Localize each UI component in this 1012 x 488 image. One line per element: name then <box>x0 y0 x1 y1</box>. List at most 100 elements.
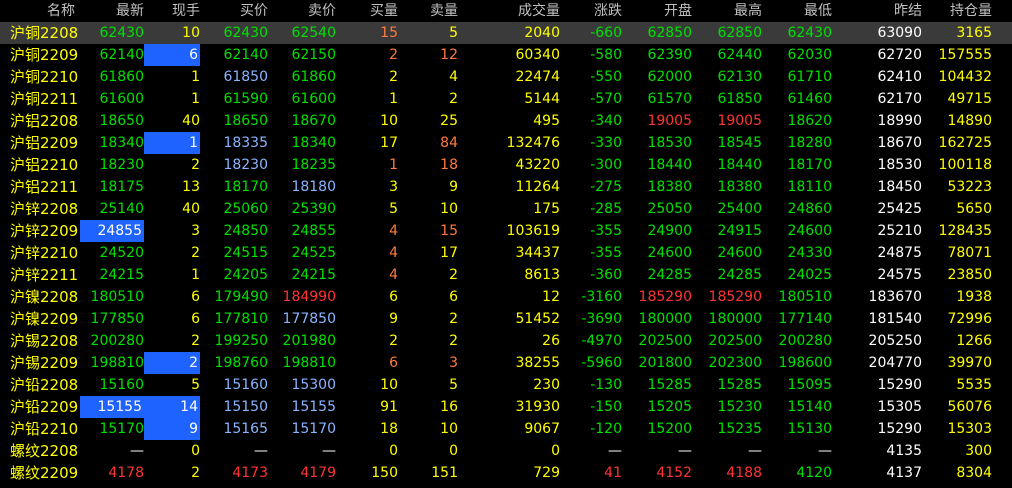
cell-vol: 230 <box>533 377 560 393</box>
contract-name: 沪锌2211 <box>10 266 79 284</box>
cell-ask: 201980 <box>282 333 336 349</box>
cell-last: 18175 <box>99 179 144 195</box>
quote-row[interactable]: 沪铜2211 61600 1 61590 61600 1 2 5144 -570 61570 618… <box>0 88 1012 110</box>
cell-vol: 103619 <box>506 223 560 239</box>
cell-askvol: 4 <box>449 69 458 85</box>
cell-hand: 40 <box>182 201 200 217</box>
quote-row[interactable]: 沪铜2208 62430 10 62430 62540 15 5 2040 -660 62850 6… <box>0 22 1012 44</box>
quote-row[interactable]: 沪锌2208 25140 40 25060 25390 5 10 175 -285 25050 25… <box>0 198 1012 220</box>
cell-change: -355 <box>590 223 622 239</box>
cell-oi: 72996 <box>947 311 992 327</box>
cell-change: -340 <box>590 113 622 129</box>
cell-askvol: 25 <box>440 113 458 129</box>
cell-ask: 184990 <box>282 289 336 305</box>
quote-row[interactable]: 螺纹2209 4178 2 4173 4179 150 151 729 41 4152 4188 41… <box>0 462 1012 484</box>
quote-row[interactable]: 螺纹2208 — 0 — — 0 0 0 — — — — 4135 300 <box>0 440 1012 462</box>
cell-bid: 18230 <box>223 157 268 173</box>
cell-ask: 24525 <box>291 245 336 261</box>
cell-open: 19005 <box>647 113 692 129</box>
cell-prev: 15290 <box>877 421 922 437</box>
quote-row[interactable]: 沪铝2211 18175 13 18170 18180 3 9 11264 -275 18380 1… <box>0 176 1012 198</box>
header-volume[interactable]: 成交量 <box>458 0 560 22</box>
cell-bid: 61850 <box>223 69 268 85</box>
header-high[interactable]: 最高 <box>692 0 762 22</box>
cell-change: -660 <box>590 25 622 41</box>
cell-prev: 205250 <box>868 333 922 349</box>
contract-name: 沪铝2211 <box>10 178 79 196</box>
quote-row[interactable]: 沪铝2209 18340 1 18335 18340 17 84 132476 -330 1853… <box>0 132 1012 154</box>
cell-last: 15170 <box>99 421 144 437</box>
quote-row[interactable]: 沪锌2210 24520 2 24515 24525 4 17 34437 -355 24600 2… <box>0 242 1012 264</box>
cell-oi: 14890 <box>947 113 992 129</box>
cell-low: 24330 <box>787 245 832 261</box>
cell-change: -570 <box>590 91 622 107</box>
header-prev-settle[interactable]: 昨结 <box>832 0 922 22</box>
cell-prev: 18670 <box>877 135 922 151</box>
header-change[interactable]: 涨跌 <box>560 0 622 22</box>
header-bid[interactable]: 买价 <box>200 0 268 22</box>
quote-row[interactable]: 沪锌2211 24215 1 24205 24215 4 2 8613 -360 24285 242… <box>0 264 1012 286</box>
cell-prev: 181540 <box>868 311 922 327</box>
cell-oi: 53223 <box>947 179 992 195</box>
quote-row[interactable]: 沪铅2209 15155 14 15150 15155 91 16 31930 -150 1520… <box>0 396 1012 418</box>
cell-low: 24860 <box>787 201 832 217</box>
cell-high: 62130 <box>717 69 762 85</box>
cell-ask: 62150 <box>291 47 336 63</box>
contract-name: 沪锡2209 <box>10 354 79 372</box>
cell-low: 15095 <box>787 377 832 393</box>
header-bidvol[interactable]: 买量 <box>336 0 398 22</box>
cell-bid: 18335 <box>223 135 268 151</box>
header-open[interactable]: 开盘 <box>622 0 692 22</box>
cell-low: 18110 <box>787 179 832 195</box>
quote-row[interactable]: 沪铅2208 15160 5 15160 15300 10 5 230 -130 15285 152… <box>0 374 1012 396</box>
cell-askvol: 2 <box>449 333 458 349</box>
cell-askvol: 151 <box>431 465 458 481</box>
cell-last: 180510 <box>90 289 144 305</box>
header-last[interactable]: 最新 <box>80 0 144 22</box>
cell-prev: 62720 <box>877 47 922 63</box>
cell-open: 25050 <box>647 201 692 217</box>
cell-oi: 78071 <box>947 245 992 261</box>
cell-vol: 12 <box>542 289 560 305</box>
cell-vol: 34437 <box>515 245 560 261</box>
cell-oi: 8304 <box>956 465 992 481</box>
quote-row[interactable]: 沪铝2208 18650 40 18650 18670 10 25 495 -340 19005 1… <box>0 110 1012 132</box>
cell-high: — <box>748 443 762 459</box>
quote-row[interactable]: 沪铅2210 15170 9 15165 15170 18 10 9067 -120 15200 1… <box>0 418 1012 440</box>
cell-high: 15230 <box>717 399 762 415</box>
cell-bid: 62430 <box>223 25 268 41</box>
cell-askvol: 9 <box>449 179 458 195</box>
quote-row[interactable]: 沪锡2209 198810 2 198760 198810 6 3 38255 -5960 201… <box>0 352 1012 374</box>
cell-low: 177140 <box>778 311 832 327</box>
cell-high: 61850 <box>717 91 762 107</box>
cell-last: 15155 <box>80 396 144 418</box>
cell-last: 177850 <box>90 311 144 327</box>
cell-bid: 24850 <box>223 223 268 239</box>
quote-row[interactable]: 沪镍2208 180510 6 179490 184990 6 6 12 -3160 185290… <box>0 286 1012 308</box>
cell-bidvol: 91 <box>380 399 398 415</box>
cell-hand: 2 <box>191 333 200 349</box>
cell-last: 18230 <box>99 157 144 173</box>
header-askvol[interactable]: 卖量 <box>398 0 458 22</box>
cell-prev: 25425 <box>877 201 922 217</box>
futures-quote-table: 名称 最新 现手 买价 卖价 买量 卖量 成交量 涨跌 开盘 最高 最低 昨结 … <box>0 0 1012 488</box>
cell-vol: 31930 <box>515 399 560 415</box>
cell-last: 62140 <box>99 47 144 63</box>
cell-bidvol: 4 <box>389 223 398 239</box>
quote-row[interactable]: 沪镍2209 177850 6 177810 177850 9 2 51452 -3690 180… <box>0 308 1012 330</box>
header-hand[interactable]: 现手 <box>144 0 200 22</box>
cell-hand: 9 <box>144 418 200 440</box>
cell-high: 62440 <box>717 47 762 63</box>
header-open-interest[interactable]: 持仓量 <box>922 0 992 22</box>
cell-ask: 61860 <box>291 69 336 85</box>
header-ask[interactable]: 卖价 <box>268 0 336 22</box>
quote-row[interactable]: 沪铜2209 62140 6 62140 62150 2 12 60340 -580 62390 6… <box>0 44 1012 66</box>
quote-row[interactable]: 沪铝2210 18230 2 18230 18235 1 18 43220 -300 18440 1… <box>0 154 1012 176</box>
quote-row[interactable]: 沪锡2208 200280 2 199250 201980 2 2 26 -4970 202500… <box>0 330 1012 352</box>
quote-row[interactable]: 沪锌2209 24855 3 24850 24855 4 15 103619 -355 24900… <box>0 220 1012 242</box>
header-low[interactable]: 最低 <box>762 0 832 22</box>
cell-prev: 183670 <box>868 289 922 305</box>
quote-row[interactable]: 沪铜2210 61860 1 61850 61860 2 4 22474 -550 62000 62… <box>0 66 1012 88</box>
cell-bid: 15165 <box>223 421 268 437</box>
cell-high: 24915 <box>717 223 762 239</box>
